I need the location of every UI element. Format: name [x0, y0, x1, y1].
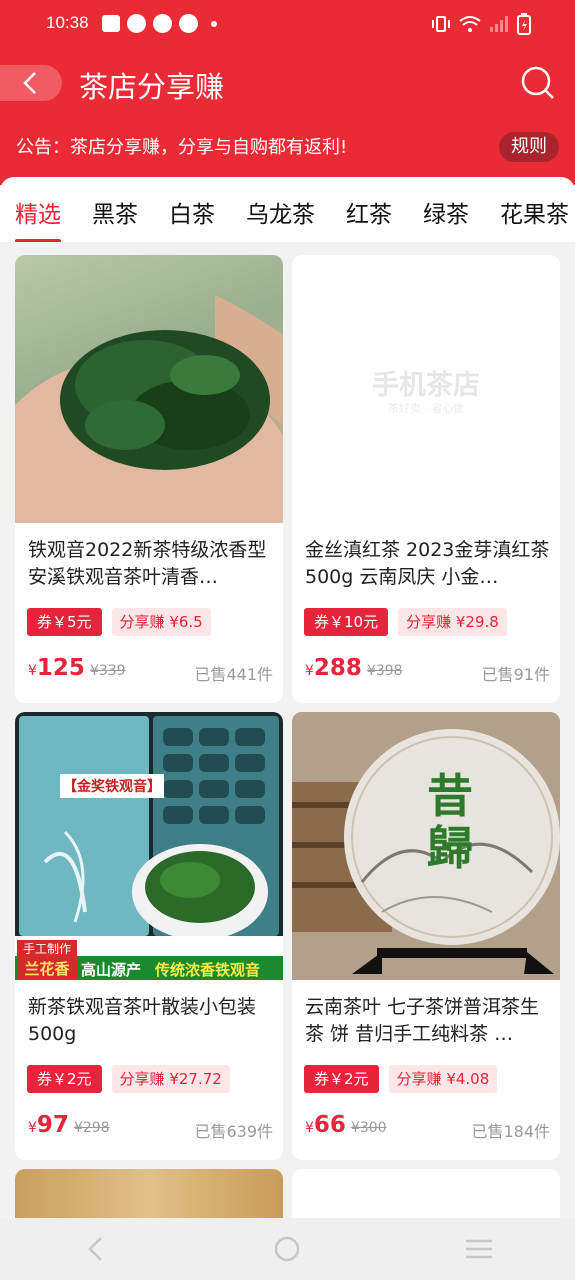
product-card[interactable] — [15, 1169, 283, 1218]
share-earn-badge: 分享赚 ¥27.72 — [111, 1065, 230, 1093]
coupon-badge: 券￥2元 — [27, 1065, 102, 1093]
search-icon — [521, 66, 554, 99]
price-value: 125 — [36, 655, 85, 681]
notification-icons — [102, 14, 217, 33]
vibrate-icon — [432, 16, 450, 32]
sold-count: 已售91件 — [481, 665, 550, 684]
tab-dark-tea[interactable]: 黑茶 — [92, 195, 138, 229]
currency-symbol: ¥ — [305, 1120, 314, 1136]
search-button[interactable] — [518, 63, 558, 103]
product-image — [15, 1169, 283, 1218]
nav-home-icon[interactable] — [272, 1234, 302, 1264]
price-value: 288 — [313, 655, 362, 681]
box-label: 【金奖铁观音】 — [60, 774, 164, 798]
original-price: ¥339 — [89, 663, 126, 679]
product-card[interactable]: 【金奖铁观音】 手工制作 兰花香 高山源产 传统浓香铁观音 新茶铁观音茶叶散装小… — [15, 712, 283, 1160]
product-card[interactable]: 昔歸 云南茶叶 七子茶饼普洱茶生茶 饼 昔归手工纯料茶 … 券￥2元 分享赚 ¥… — [292, 712, 560, 1160]
coupon-badge: 券￥5元 — [27, 608, 102, 636]
page-title: 茶店分享赚 — [79, 70, 225, 104]
product-name: 金丝滇红茶 2023金芽滇红茶500g 云南凤庆 小金… — [305, 539, 550, 588]
product-card[interactable]: 手机茶店 茶好卖 · 省心做 金丝滇红茶 2023金芽滇红茶500g 云南凤庆 … — [292, 255, 560, 703]
product-card[interactable]: 铁观音2022新茶特级浓香型安溪铁观音茶叶清香… 券￥5元 分享赚 ¥6.5 ¥… — [15, 255, 283, 703]
price-value: 97 — [36, 1112, 69, 1138]
product-card[interactable] — [292, 1169, 560, 1218]
header-background: 10:38 茶店分享赚 公告：茶店分享赚，分享与自购都有返利! 规则 — [0, 0, 575, 185]
product-price: ¥288 — [305, 655, 362, 681]
currency-symbol: ¥ — [305, 663, 314, 679]
tab-white-tea[interactable]: 白茶 — [169, 195, 215, 229]
product-price: ¥125 — [28, 655, 85, 681]
tab-flower-fruit-tea[interactable]: 花果茶 — [500, 195, 569, 229]
battery-icon — [517, 13, 531, 35]
rules-button[interactable]: 规则 — [499, 132, 559, 162]
tab-oolong[interactable]: 乌龙茶 — [246, 195, 315, 229]
app-notification-icon — [179, 14, 198, 33]
original-price: ¥398 — [366, 663, 403, 679]
product-name: 铁观音2022新茶特级浓香型安溪铁观音茶叶清香… — [28, 539, 267, 588]
mountain-origin-label: 高山源产 — [81, 961, 142, 979]
share-earn-badge: 分享赚 ¥6.5 — [111, 608, 211, 636]
system-navigation-bar — [0, 1218, 575, 1280]
product-grid: 铁观音2022新茶特级浓香型安溪铁观音茶叶清香… 券￥5元 分享赚 ¥6.5 ¥… — [0, 242, 575, 1218]
chevron-left-icon — [23, 72, 36, 94]
app-notification-icon — [153, 14, 172, 33]
system-icons — [431, 13, 531, 35]
traditional-aroma-label: 传统浓香铁观音 — [155, 961, 261, 979]
share-earn-badge: 分享赚 ¥29.8 — [398, 608, 507, 636]
currency-symbol: ¥ — [28, 663, 37, 679]
status-bar: 10:38 — [0, 0, 575, 48]
placeholder-slogan: 茶好卖 · 省心做 — [387, 402, 465, 415]
status-time: 10:38 — [46, 13, 89, 32]
sold-count: 已售639件 — [194, 1122, 273, 1141]
category-tabs: 精选 黑茶 白茶 乌龙茶 红茶 绿茶 花果茶 — [0, 177, 575, 242]
sold-count: 已售184件 — [471, 1122, 550, 1141]
orchid-aroma-label: 兰花香 — [17, 958, 77, 979]
announcement-text: 公告：茶店分享赚，分享与自购都有返利! — [16, 137, 348, 158]
product-image: 手机茶店 茶好卖 · 省心做 — [292, 255, 560, 523]
product-name: 云南茶叶 七子茶饼普洱茶生茶 饼 昔归手工纯料茶 … — [305, 996, 540, 1045]
back-button[interactable] — [0, 65, 62, 101]
currency-symbol: ¥ — [28, 1120, 37, 1136]
nav-back-icon[interactable] — [81, 1234, 111, 1264]
tab-featured[interactable]: 精选 — [15, 195, 61, 242]
coupon-badge: 券￥10元 — [304, 608, 389, 636]
placeholder-logo-text: 手机茶店 — [372, 370, 480, 401]
coupon-badge: 券￥2元 — [304, 1065, 379, 1093]
more-notifications-icon — [211, 20, 217, 27]
tab-green-tea[interactable]: 绿茶 — [423, 195, 469, 229]
original-price: ¥298 — [73, 1120, 110, 1136]
wifi-icon — [459, 16, 481, 32]
sold-count: 已售441件 — [194, 665, 273, 684]
handmade-label: 手工制作 — [17, 940, 77, 957]
original-price: ¥300 — [350, 1120, 387, 1136]
product-name: 新茶铁观音茶叶散装小包装500g — [28, 996, 257, 1045]
app-header: 茶店分享赚 — [0, 58, 575, 110]
price-value: 66 — [313, 1112, 346, 1138]
share-earn-badge: 分享赚 ¥4.08 — [388, 1065, 498, 1093]
app-notification-icon — [127, 14, 146, 33]
product-price: ¥66 — [305, 1112, 346, 1138]
product-price: ¥97 — [28, 1112, 69, 1138]
mail-icon — [102, 15, 120, 32]
tea-cake-brand-text: 昔歸 — [427, 769, 473, 875]
product-image: 昔歸 — [292, 712, 560, 980]
tea-leaves-in-hand-image — [15, 295, 283, 523]
signal-icon — [490, 16, 508, 32]
tab-black-tea[interactable]: 红茶 — [346, 195, 392, 229]
nav-menu-icon[interactable] — [464, 1234, 494, 1264]
product-image — [15, 255, 283, 523]
product-image: 【金奖铁观音】 手工制作 兰花香 高山源产 传统浓香铁观音 — [15, 712, 283, 980]
